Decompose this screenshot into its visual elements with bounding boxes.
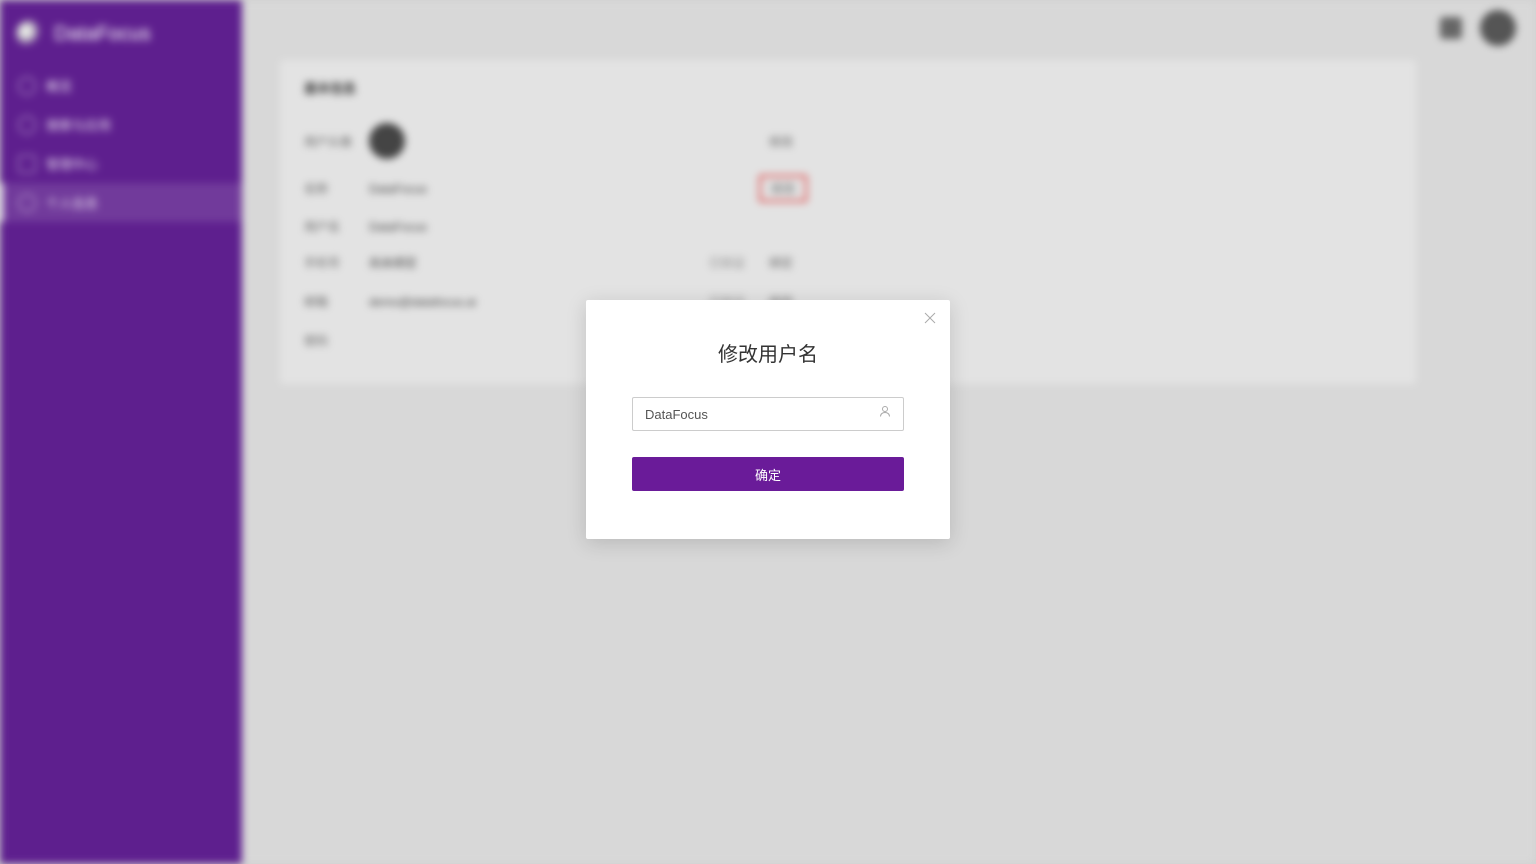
row-username: 用户名 DataFocus bbox=[304, 210, 1392, 243]
nav-label: 管理中心 bbox=[46, 154, 98, 173]
user-icon bbox=[18, 194, 36, 212]
menu-icon[interactable] bbox=[1440, 17, 1462, 39]
input-wrapper bbox=[632, 397, 904, 431]
logo-icon bbox=[16, 20, 44, 48]
sidebar-item-search-apps[interactable]: 搜索与应用 bbox=[0, 105, 242, 144]
label-email: 邮箱 bbox=[304, 293, 369, 310]
value-phone: 尚未绑定 bbox=[369, 254, 709, 271]
nav-label: 个人信息 bbox=[46, 193, 98, 212]
edit-username-modal: 修改用户名 确定 bbox=[586, 300, 950, 539]
label-avatar: 用户头像 bbox=[304, 133, 369, 150]
status-phone: 已验证 bbox=[709, 254, 759, 271]
label-password: 密码 bbox=[304, 332, 369, 349]
topbar bbox=[242, 0, 1536, 56]
row-name: 名称 DataFocus 修改 bbox=[304, 167, 1392, 210]
avatar-image bbox=[369, 123, 405, 159]
sidebar-item-profile[interactable]: 个人信息 bbox=[0, 183, 242, 222]
nav-label: 概览 bbox=[46, 76, 72, 95]
confirm-button[interactable]: 确定 bbox=[632, 457, 904, 491]
edit-name-button[interactable]: 修改 bbox=[759, 175, 807, 202]
user-icon bbox=[878, 405, 892, 424]
username-input[interactable] bbox=[632, 397, 904, 431]
label-username: 用户名 bbox=[304, 218, 369, 235]
nav-label: 搜索与应用 bbox=[46, 115, 111, 134]
cloud-icon bbox=[18, 116, 36, 134]
row-avatar: 用户头像 修改 bbox=[304, 115, 1392, 167]
logo: DataFocus bbox=[0, 12, 242, 66]
logo-text: DataFocus bbox=[54, 23, 151, 46]
sidebar-item-overview[interactable]: 概览 bbox=[0, 66, 242, 105]
value-name: DataFocus bbox=[369, 182, 709, 196]
value-username: DataFocus bbox=[369, 220, 709, 234]
label-name: 名称 bbox=[304, 180, 369, 197]
section-title: 基本信息 bbox=[304, 78, 1392, 97]
edit-avatar-button[interactable]: 修改 bbox=[759, 130, 803, 153]
bind-phone-button[interactable]: 绑定 bbox=[759, 251, 803, 274]
overview-icon bbox=[18, 77, 36, 95]
sidebar-item-admin[interactable]: 管理中心 bbox=[0, 144, 242, 183]
sidebar: DataFocus 概览 搜索与应用 管理中心 个人信息 bbox=[0, 0, 242, 864]
modal-close-button[interactable] bbox=[922, 310, 938, 326]
row-phone: 手机号 尚未绑定 已验证 绑定 bbox=[304, 243, 1392, 282]
modal-title: 修改用户名 bbox=[586, 338, 950, 367]
admin-icon bbox=[18, 155, 36, 173]
label-phone: 手机号 bbox=[304, 254, 369, 271]
close-icon bbox=[924, 312, 936, 324]
user-avatar[interactable] bbox=[1480, 10, 1516, 46]
